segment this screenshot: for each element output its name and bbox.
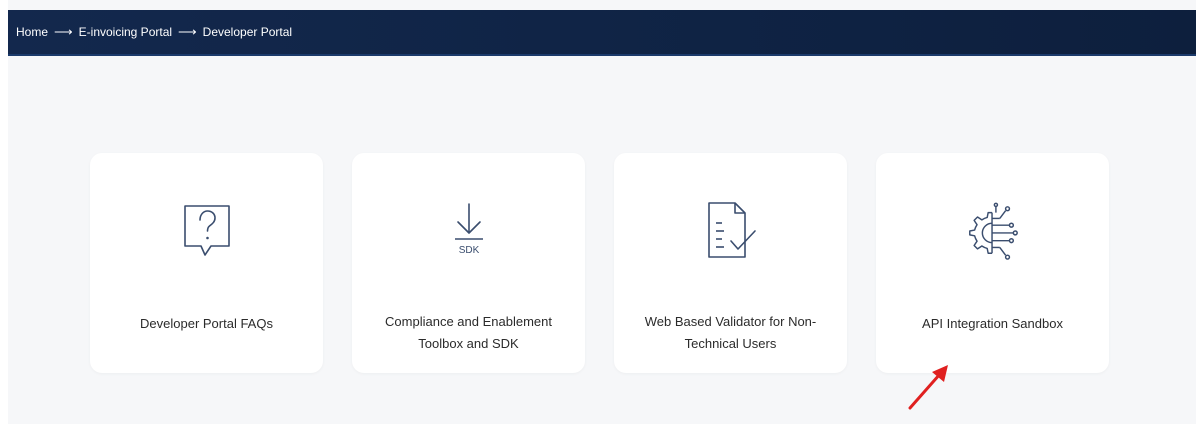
question-mark-icon xyxy=(177,199,237,263)
annotation-arrow-icon xyxy=(908,365,948,410)
sdk-icon-text: SDK xyxy=(458,245,479,256)
sdk-download-icon: SDK xyxy=(439,199,499,263)
breadcrumb-einvoicing-portal[interactable]: E-invoicing Portal xyxy=(79,25,172,39)
breadcrumb-home[interactable]: Home xyxy=(16,25,48,39)
card-developer-portal-faqs[interactable]: Developer Portal FAQs xyxy=(90,153,323,373)
breadcrumb-arrow-icon: ⟶ xyxy=(178,24,197,39)
card-label: Compliance and Enablement Toolbox and SD… xyxy=(385,314,552,351)
card-compliance-toolbox-sdk[interactable]: SDK Compliance and Enablement Toolbox an… xyxy=(352,153,585,373)
left-margin xyxy=(0,0,8,424)
card-api-integration-sandbox[interactable]: API Integration Sandbox xyxy=(876,153,1109,373)
breadcrumb: Home ⟶ E-invoicing Portal ⟶ Developer Po… xyxy=(8,10,1196,56)
document-check-icon xyxy=(701,199,761,263)
developer-portal-screen: Home ⟶ E-invoicing Portal ⟶ Developer Po… xyxy=(0,0,1196,424)
portal-cards: Developer Portal FAQs SDK Compliance and… xyxy=(90,153,1109,373)
gear-circuit-icon xyxy=(963,199,1023,263)
card-label: API Integration Sandbox xyxy=(922,316,1063,331)
card-label: Developer Portal FAQs xyxy=(140,316,273,331)
card-label: Web Based Validator for Non-Technical Us… xyxy=(644,314,817,351)
breadcrumb-developer-portal[interactable]: Developer Portal xyxy=(203,25,292,39)
card-web-validator[interactable]: Web Based Validator for Non-Technical Us… xyxy=(614,153,847,373)
breadcrumb-arrow-icon: ⟶ xyxy=(54,24,73,39)
